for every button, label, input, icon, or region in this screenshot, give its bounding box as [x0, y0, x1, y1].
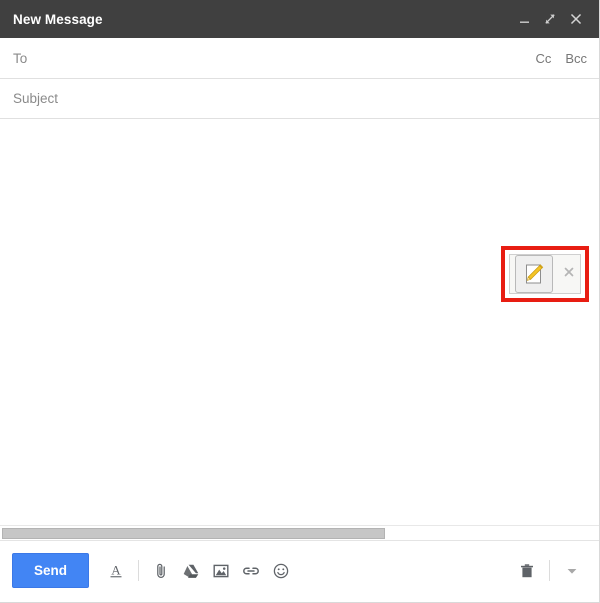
insert-drive-button[interactable] [176, 556, 206, 586]
toolbar-divider [138, 560, 140, 581]
close-icon [569, 12, 583, 26]
minimize-button[interactable] [511, 6, 537, 32]
insert-link-icon [241, 562, 261, 580]
compose-document-icon[interactable] [515, 255, 553, 293]
window-title: New Message [13, 11, 103, 27]
widget-close-button[interactable] [562, 267, 576, 281]
insert-photo-icon [212, 562, 230, 580]
format-text-icon: A [107, 562, 125, 580]
window-titlebar: New Message [0, 0, 599, 38]
expand-icon [543, 12, 557, 26]
emoji-icon [272, 562, 290, 580]
paperclip-icon [152, 562, 170, 580]
svg-text:A: A [111, 562, 121, 577]
more-options-button[interactable] [557, 556, 587, 586]
insert-photo-button[interactable] [206, 556, 236, 586]
cc-link[interactable]: Cc [535, 51, 551, 66]
inserted-compose-widget[interactable] [509, 254, 581, 294]
bcc-link[interactable]: Bcc [565, 51, 587, 66]
horizontal-scrollbar-thumb[interactable] [2, 528, 385, 539]
google-drive-icon [182, 562, 200, 580]
subject-field-row[interactable]: Subject [0, 79, 599, 119]
send-button[interactable]: Send [12, 553, 90, 588]
trash-icon [518, 562, 536, 580]
formatting-options-button[interactable]: A [101, 556, 131, 586]
message-body-area[interactable] [0, 119, 599, 540]
close-button[interactable] [563, 6, 589, 32]
to-field-row[interactable]: To Cc Bcc [0, 38, 599, 79]
toolbar-divider [549, 560, 550, 581]
close-icon [563, 265, 575, 283]
insert-emoji-button[interactable] [266, 556, 296, 586]
compose-window: New Message To Cc Bcc Subject Send A [0, 0, 600, 603]
compose-toolbar: Send A [0, 540, 599, 600]
discard-draft-button[interactable] [512, 556, 542, 586]
highlight-annotation-box [501, 246, 589, 302]
subject-input[interactable]: Subject [13, 91, 587, 106]
to-input[interactable]: To [13, 51, 521, 66]
horizontal-scrollbar[interactable] [0, 525, 599, 540]
chevron-down-icon [564, 563, 580, 579]
insert-link-button[interactable] [236, 556, 266, 586]
attach-files-button[interactable] [146, 556, 176, 586]
expand-button[interactable] [537, 6, 563, 32]
minimize-icon [518, 13, 531, 26]
